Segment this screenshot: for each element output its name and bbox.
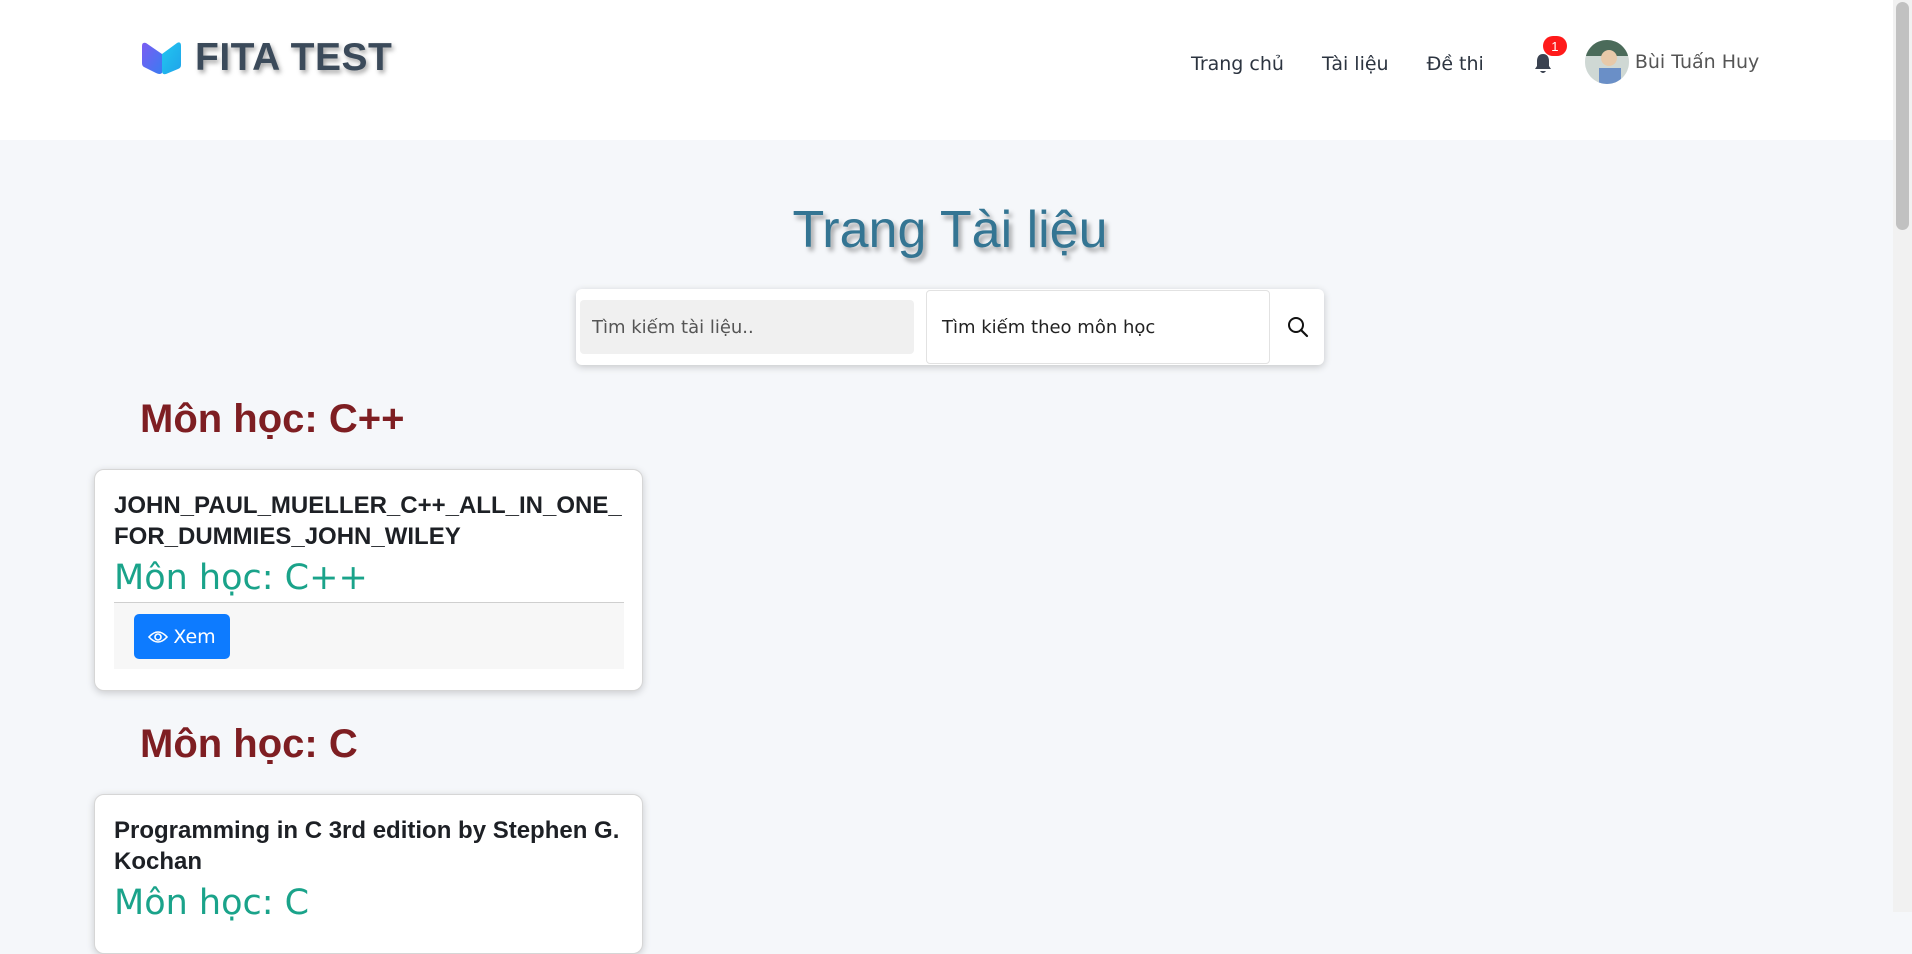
document-card: Programming in C 3rd edition by Stephen … — [94, 794, 643, 954]
user-menu[interactable]: Bùi Tuấn Huy — [1584, 40, 1760, 84]
notification-button[interactable]: 1 — [1529, 36, 1567, 78]
card-footer: Xem — [114, 602, 624, 669]
main-nav: Trang chủ Tài liệu Đề thi 1 Bùi Tuấn Huy — [1191, 36, 1759, 84]
subject-search-select[interactable]: Tìm kiếm theo môn học — [926, 290, 1270, 364]
document-title: JOHN_PAUL_MUELLER_C++_ALL_IN_ONE_FOR_DUM… — [114, 492, 622, 550]
brand-name: FITA TEST — [195, 36, 393, 79]
document-title: Programming in C 3rd edition by Stephen … — [114, 817, 620, 875]
search-icon — [1288, 317, 1309, 338]
user-name: Bùi Tuấn Huy — [1634, 51, 1760, 73]
user-avatar-icon — [1584, 40, 1629, 84]
nav-documents-link[interactable]: Tài liệu — [1322, 53, 1389, 75]
subject-heading: Môn học: C++ — [140, 397, 405, 441]
top-navbar: FITA TEST Trang chủ Tài liệu Đề thi 1 Bù… — [0, 0, 1893, 140]
avatar — [1584, 40, 1629, 84]
scrollbar-thumb[interactable] — [1896, 2, 1909, 230]
brand-logo[interactable]: FITA TEST — [140, 36, 392, 80]
nav-exams-link[interactable]: Đề thi — [1427, 53, 1484, 75]
bell-icon — [1534, 54, 1551, 73]
search-button[interactable] — [1276, 299, 1320, 355]
document-subject: Môn học: C++ — [114, 558, 368, 598]
search-input[interactable] — [580, 300, 914, 354]
nav-home-link[interactable]: Trang chủ — [1191, 53, 1284, 75]
logo-icon — [142, 42, 181, 75]
view-button[interactable]: Xem — [134, 614, 230, 659]
subject-heading: Môn học: C — [140, 722, 358, 766]
search-bar: Tìm kiếm theo môn học — [576, 289, 1324, 365]
page-title: Trang Tài liệu — [792, 201, 1108, 259]
view-button-label: Xem — [173, 625, 216, 648]
notification-count-badge: 1 — [1542, 36, 1567, 56]
document-card: JOHN_PAUL_MUELLER_C++_ALL_IN_ONE_FOR_DUM… — [94, 469, 643, 691]
document-subject: Môn học: C — [114, 883, 310, 923]
eye-icon — [148, 630, 169, 643]
page-scrollbar[interactable] — [1893, 0, 1912, 912]
